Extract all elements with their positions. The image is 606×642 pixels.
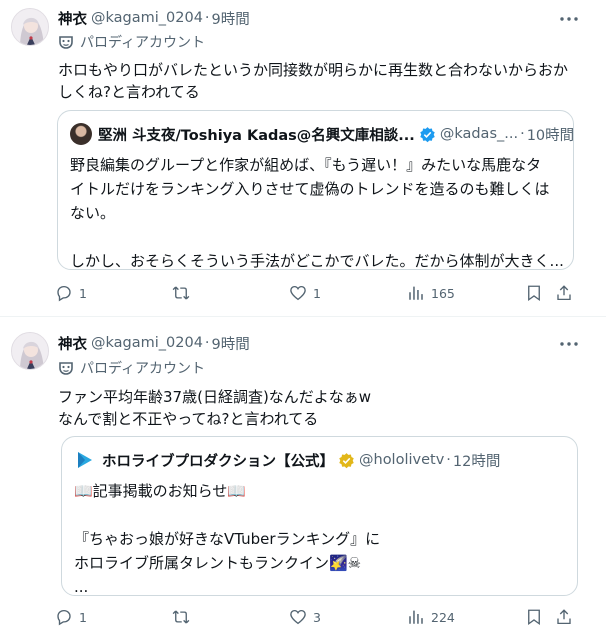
tweet-actions: 1 1 165 [55,281,585,305]
views-count: 224 [431,609,455,625]
quoted-tweet[interactable]: 堅洲 斗支夜/Toshiya Kadas@名興文庫相談... @kadas_..… [57,110,574,270]
views-icon [409,286,423,300]
like-count: 1 [313,285,321,301]
quoted-tweet-text: 野良編集のグループと作家が組めば、『もう遅い！』みたいな馬鹿なタ イトルだけをラ… [70,153,565,270]
quoted-text-line: 野良編集のグループと作家が組めば、『もう遅い！』みたいな馬鹿なタ [70,156,542,174]
views-count: 165 [431,285,455,301]
quoted-text-line: ない。 [70,204,116,222]
bookmark-icon [528,285,540,302]
timestamp[interactable]: 9時間 [212,333,250,354]
share-icon [557,285,571,301]
retweet-button[interactable] [172,281,196,305]
avatar[interactable] [11,8,49,46]
quoted-text-line [74,503,569,527]
verified-badge-icon [419,126,436,143]
quoted-tweet-text: 📖記事掲載のお知らせ📖 『ちゃおっ娘が好きなVTuberランキング』に ホロライ… [74,479,569,596]
tweet-header: 神衣 @kagami_0204 · 9時間 [58,333,250,353]
tweet[interactable]: 神衣 @kagami_0204 · 9時間 パロディアカウント ファン平均年齢3… [0,322,606,642]
author-handle[interactable]: @kagami_0204 [91,335,203,351]
views-button[interactable]: 165 [407,281,455,305]
like-button[interactable]: 1 [289,281,321,305]
tweet-actions: 1 3 224 [55,605,585,629]
quoted-text-line [70,225,565,249]
more-icon[interactable] [557,334,581,354]
quoted-tweet-header: 堅洲 斗支夜/Toshiya Kadas@名興文庫相談... @kadas_..… [70,123,574,145]
parody-label-text: パロディアカウント [80,361,206,377]
reply-icon [57,285,71,302]
tweet-text-line: なんで割と不正やってね?と言われてる [58,410,319,428]
quoted-text-line: ... [74,578,89,596]
author-name[interactable]: 神衣 [58,8,87,29]
reply-count: 1 [79,609,87,625]
like-icon [290,609,306,625]
tweet-text: ホロもやり口がバレたというか同接数が明らかに再生数と合わないからおか しくね?と… [58,59,582,103]
parody-label: パロディアカウント [58,359,205,377]
quoted-tweet-header: ホロライブプロダクション【公式】 @hololivetv · 12時間 [74,449,500,471]
retweet-icon [172,286,190,300]
tweet-text-line: しくね?と言われてる [58,83,200,101]
bookmark-button[interactable] [525,281,543,305]
tweet[interactable]: 神衣 @kagami_0204 · 9時間 パロディアカウント ホロもやり口がバ… [0,0,606,316]
views-icon [409,610,423,624]
separator-dot: · [520,126,525,142]
quoted-text-line: 📖記事掲載のお知らせ📖 [74,482,247,500]
reply-button[interactable]: 1 [55,281,87,305]
quoted-author-name: ホロライブプロダクション【公式】 [102,453,334,470]
author-name[interactable]: 神衣 [58,333,87,354]
like-button[interactable]: 3 [289,605,321,629]
quoted-text-line: 『ちゃおっ娘が好きなVTuberランキング』に [74,530,381,548]
divider [0,316,606,317]
like-count: 3 [313,609,321,625]
parody-mask-icon [59,362,73,375]
quoted-text-line: ホロライブ所属タレントもランクイン🌠☠ [74,554,362,572]
separator-dot: · [446,452,451,468]
quoted-avatar [74,449,96,471]
tweet-header: 神衣 @kagami_0204 · 9時間 [58,8,250,28]
quoted-timestamp: 10時間 [526,127,574,144]
quoted-text-line: しかし、おそらくそういう手法がどこかでバレた。だから体制が大きく... [70,252,564,270]
share-button[interactable] [555,605,573,629]
quoted-author-name: 堅洲 斗支夜/Toshiya Kadas@名興文庫相談... [98,127,415,144]
like-icon [290,285,306,301]
quoted-avatar [70,123,92,145]
separator-dot: · [204,10,210,26]
bookmark-button[interactable] [525,605,543,629]
parody-label: パロディアカウント [58,33,205,51]
gold-verified-badge-icon [338,452,355,469]
quoted-author-handle: @hololivetv [359,452,445,468]
tweet-text-line: ホロもやり口がバレたというか同接数が明らかに再生数と合わないからおか [58,61,569,79]
tweet-text-line: ファン平均年齢37歳(日経調査)なんだよなぁw [58,388,372,406]
timestamp[interactable]: 9時間 [212,8,250,29]
retweet-button[interactable] [172,605,196,629]
share-button[interactable] [555,281,573,305]
quoted-timestamp: 12時間 [452,453,501,470]
views-button[interactable]: 224 [407,605,455,629]
reply-button[interactable]: 1 [55,605,87,629]
avatar[interactable] [11,332,49,370]
tweet-text: ファン平均年齢37歳(日経調査)なんだよなぁw なんで割と不正やってね?と言われ… [58,386,582,430]
parody-mask-icon [59,36,73,49]
reply-count: 1 [79,285,87,301]
share-icon [557,609,571,625]
reply-icon [57,609,71,626]
retweet-icon [172,610,190,624]
parody-label-text: パロディアカウント [80,35,206,51]
quoted-tweet[interactable]: ホロライブプロダクション【公式】 @hololivetv · 12時間 📖記事掲… [61,436,578,596]
author-handle[interactable]: @kagami_0204 [91,10,203,26]
quoted-author-handle: @kadas_... [439,126,519,142]
separator-dot: · [204,335,210,351]
bookmark-icon [528,609,540,626]
more-icon[interactable] [557,9,581,29]
quoted-text-line: イトルだけをランキング入りさせて虚偽のトレンドを造るのも難しくは [70,180,550,198]
